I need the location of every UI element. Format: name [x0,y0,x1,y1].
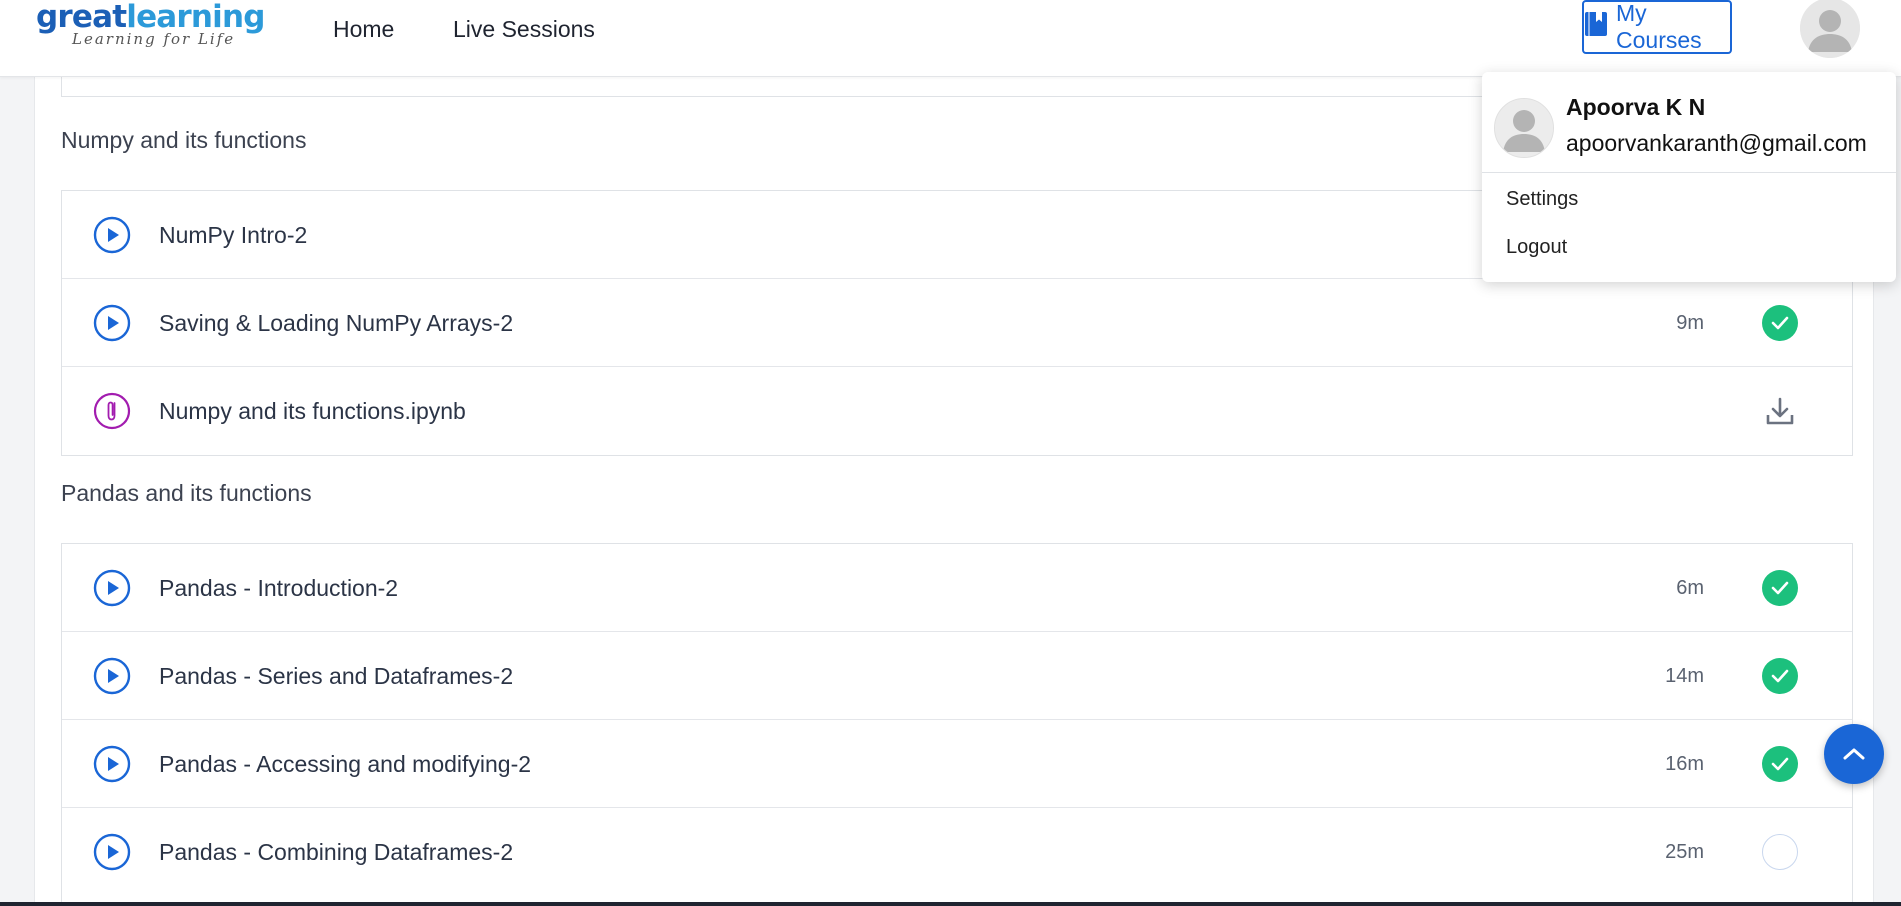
scroll-to-top-button[interactable] [1824,724,1884,784]
user-name: Apoorva K N [1566,94,1706,120]
empty-circle-icon [1762,834,1798,870]
item-duration: 9m [1676,312,1704,334]
book-icon [1584,11,1608,43]
greatlearning-logo[interactable]: greatlearning Learning for Life [36,0,265,48]
user-avatar-button[interactable] [1800,0,1860,58]
check-circle-icon [1762,305,1798,341]
my-courses-button[interactable]: My Courses [1582,0,1732,54]
section-title: Pandas and its functions [61,480,312,506]
play-circle-icon [92,303,132,343]
nav-live-sessions-link[interactable]: Live Sessions [453,14,595,44]
list-item[interactable]: Pandas - Combining Dataframes-2 25m [62,808,1852,896]
item-duration: 14m [1665,665,1704,687]
section-title: Numpy and its functions [61,127,307,153]
taskbar-edge [0,902,1901,906]
list-item[interactable]: Pandas - Series and Dataframes-2 14m [62,632,1852,720]
user-email: apoorvankaranth@gmail.com [1566,130,1867,156]
chevron-up-icon [1843,748,1865,760]
logout-menu-item[interactable]: Logout [1506,234,1567,260]
item-title: Pandas - Combining Dataframes-2 [159,839,514,865]
dropdown-avatar [1494,98,1554,158]
item-duration: 25m [1665,841,1704,863]
user-avatar-icon [1800,0,1860,58]
section-items-card: Pandas - Introduction-2 6m Pandas - Seri… [61,543,1853,906]
check-circle-icon [1762,658,1798,694]
dropdown-divider [1482,172,1896,173]
logo-wordmark: greatlearning [36,0,265,35]
play-circle-icon [92,744,132,784]
item-duration: 6m [1676,577,1704,599]
user-dropdown-menu: Apoorva K N apoorvankaranth@gmail.com Se… [1482,72,1896,282]
user-avatar-icon [1495,99,1553,157]
play-circle-icon [92,832,132,872]
check-circle-icon [1762,746,1798,782]
item-title: NumPy Intro-2 [159,222,308,248]
check-circle-icon [1762,570,1798,606]
item-title: Pandas - Series and Dataframes-2 [159,663,514,689]
list-item[interactable]: Pandas - Introduction-2 6m [62,544,1852,632]
download-icon[interactable] [1762,393,1798,429]
item-title: Pandas - Accessing and modifying-2 [159,751,532,777]
settings-menu-item[interactable]: Settings [1506,186,1578,212]
item-duration: 16m [1665,753,1704,775]
my-courses-label: My Courses [1616,0,1702,53]
paperclip-icon [92,391,132,431]
play-circle-icon [92,656,132,696]
list-item[interactable]: Saving & Loading NumPy Arrays-2 9m [62,279,1852,367]
play-circle-icon [92,215,132,255]
item-title: Numpy and its functions.ipynb [159,398,466,424]
nav-home-link[interactable]: Home [333,14,394,44]
play-circle-icon [92,568,132,608]
list-item[interactable]: Pandas - Accessing and modifying-2 16m [62,720,1852,808]
item-title: Pandas - Introduction-2 [159,575,399,601]
item-title: Saving & Loading NumPy Arrays-2 [159,310,514,336]
list-item[interactable]: Numpy and its functions.ipynb [62,367,1852,455]
top-navbar: greatlearning Learning for Life Home Liv… [0,0,1901,77]
